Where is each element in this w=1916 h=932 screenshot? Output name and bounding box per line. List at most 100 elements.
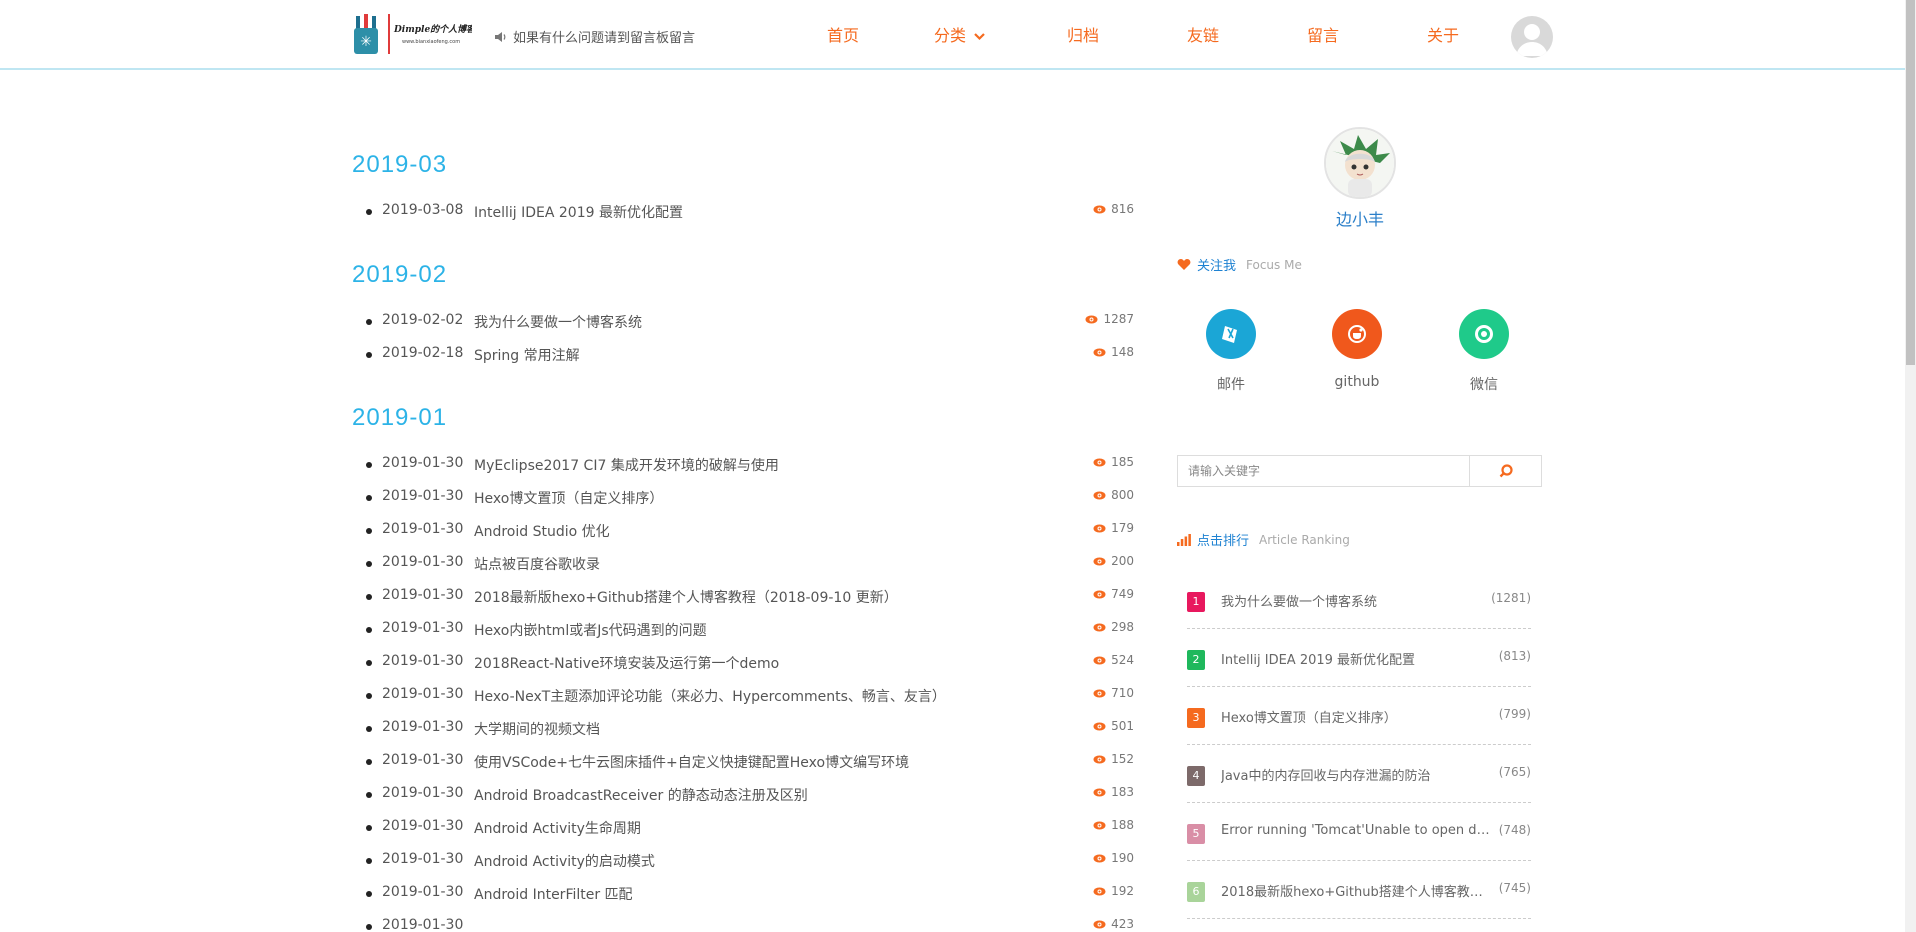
svg-text:Dimple的个人博客: Dimple的个人博客 — [393, 24, 472, 35]
search-icon — [1499, 464, 1513, 478]
eye-icon — [1093, 755, 1106, 763]
archive-post[interactable]: 2019-02-18 Spring 常用注解 148 — [366, 345, 1134, 365]
post-views: 816 — [1093, 202, 1134, 216]
post-views-count: 524 — [1111, 653, 1134, 667]
archive-post[interactable]: 2019-01-30 423 — [366, 917, 1134, 932]
post-title[interactable]: Android InterFilter 匹配 — [474, 884, 633, 904]
archive-post[interactable]: 2019-01-30 MyEclipse2017 CI7 集成开发环境的破解与使用… — [366, 455, 1134, 475]
post-title[interactable]: 站点被百度谷歌收录 — [474, 554, 600, 574]
archive-post[interactable]: 2019-01-30 大学期间的视频文档 501 — [366, 719, 1134, 739]
nav-archive[interactable]: 归档 — [1067, 22, 1099, 46]
ranking-item[interactable]: 4 Java中的内存回收与内存泄漏的防治 (765) — [1187, 745, 1531, 803]
social-wechat[interactable]: 微信 — [1444, 309, 1524, 394]
rank-title[interactable]: Hexo博文置顶（自定义排序） — [1221, 707, 1491, 726]
archive-post[interactable]: 2019-01-30 Android Studio 优化 179 — [366, 521, 1134, 541]
eye-icon — [1093, 656, 1106, 664]
ranking-item[interactable]: 1 我为什么要做一个博客系统 (1281) — [1187, 571, 1531, 629]
post-views: 190 — [1093, 851, 1134, 865]
search-input[interactable] — [1178, 456, 1468, 486]
post-views: 423 — [1093, 917, 1134, 931]
post-title[interactable]: Hexo内嵌html或者Js代码遇到的问题 — [474, 620, 707, 640]
eye-icon — [1093, 557, 1106, 565]
post-views: 185 — [1093, 455, 1134, 469]
social-mail-label: 邮件 — [1217, 377, 1245, 393]
ranking-item[interactable]: 3 Hexo博文置顶（自定义排序） (799) — [1187, 687, 1531, 745]
archive-post[interactable]: 2019-01-30 2018React-Native环境安装及运行第一个demo… — [366, 653, 1134, 673]
archive-post[interactable]: 2019-01-30 Android InterFilter 匹配 192 — [366, 884, 1134, 904]
rank-number: 5 — [1187, 824, 1205, 844]
post-title[interactable]: MyEclipse2017 CI7 集成开发环境的破解与使用 — [474, 455, 779, 475]
archive-post[interactable]: 2019-01-30 Android Activity生命周期 188 — [366, 818, 1134, 838]
post-views: 192 — [1093, 884, 1134, 898]
post-title[interactable]: Hexo博文置顶（自定义排序） — [474, 488, 663, 508]
site-logo[interactable]: ✳ Dimple的个人博客 www.bianxiaofeng.com — [354, 12, 477, 56]
rank-number: 3 — [1187, 708, 1205, 728]
nav-links[interactable]: 友链 — [1187, 22, 1219, 46]
ranking-item[interactable]: 5 Error running 'Tomcat'Unable to open de… — [1187, 803, 1531, 861]
post-title[interactable]: 2018React-Native环境安装及运行第一个demo — [474, 653, 779, 673]
post-views: 179 — [1093, 521, 1134, 535]
wechat-icon[interactable] — [1459, 309, 1509, 359]
rank-title[interactable]: Intellij IDEA 2019 最新优化配置 — [1221, 649, 1491, 668]
rank-title[interactable]: 我为什么要做一个博客系统 — [1221, 591, 1491, 610]
rank-title[interactable]: Error running 'Tomcat'Unable to open deb… — [1221, 823, 1491, 838]
post-title[interactable]: 我为什么要做一个博客系统 — [474, 312, 642, 332]
profile-avatar[interactable] — [1324, 127, 1396, 199]
post-title[interactable]: Android Activity的启动模式 — [474, 851, 655, 871]
post-title[interactable]: Intellij IDEA 2019 最新优化配置 — [474, 202, 683, 222]
bullet — [366, 924, 372, 930]
post-views-count: 148 — [1111, 345, 1134, 359]
archive-post[interactable]: 2019-02-02 我为什么要做一个博客系统 1287 — [366, 312, 1134, 332]
post-title[interactable]: Android BroadcastReceiver 的静态动态注册及区别 — [474, 785, 808, 805]
archive-post[interactable]: 2019-01-30 Hexo内嵌html或者Js代码遇到的问题 298 — [366, 620, 1134, 640]
ranking-title-cn: 点击排行 — [1197, 534, 1250, 549]
svg-text:www.bianxiaofeng.com: www.bianxiaofeng.com — [402, 39, 460, 45]
scrollbar-thumb[interactable] — [1906, 0, 1915, 365]
speaker-icon — [495, 31, 506, 42]
rank-title[interactable]: 2018最新版hexo+Github搭建个人博客教程（2018-09-10 更新… — [1221, 881, 1491, 900]
archive-post[interactable]: 2019-01-30 使用VSCode+七牛云图床插件+自定义快捷键配置Hexo博… — [366, 752, 1134, 772]
post-views-count: 179 — [1111, 521, 1134, 535]
post-title[interactable]: Spring 常用注解 — [474, 345, 580, 365]
eye-icon — [1093, 722, 1106, 730]
social-github[interactable]: github — [1317, 309, 1397, 390]
post-title[interactable]: 大学期间的视频文档 — [474, 719, 600, 739]
post-title[interactable]: Android Studio 优化 — [474, 521, 610, 541]
archive-post[interactable]: 2019-01-30 2018最新版hexo+Github搭建个人博客教程（201… — [366, 587, 1134, 607]
archive-post[interactable]: 2019-01-30 Android BroadcastReceiver 的静态动… — [366, 785, 1134, 805]
rank-title[interactable]: Java中的内存回收与内存泄漏的防治 — [1221, 765, 1491, 784]
post-views-count: 501 — [1111, 719, 1134, 733]
post-date: 2019-01-30 — [382, 455, 464, 471]
archive-post[interactable]: 2019-01-30 Hexo-NexT主题添加评论功能（来必力、Hypercom… — [366, 686, 1134, 706]
page: ✳ Dimple的个人博客 www.bianxiaofeng.com 如果有什么… — [0, 0, 1916, 932]
mail-icon[interactable] — [1206, 309, 1256, 359]
nav-guestbook[interactable]: 留言 — [1307, 22, 1339, 46]
post-views-count: 423 — [1111, 917, 1134, 931]
post-title[interactable]: Android Activity生命周期 — [474, 818, 641, 838]
github-icon[interactable] — [1332, 309, 1382, 359]
search-button[interactable] — [1469, 456, 1541, 486]
nav-about[interactable]: 关于 — [1427, 22, 1459, 46]
archive-post[interactable]: 2019-01-30 Android Activity的启动模式 190 — [366, 851, 1134, 871]
bar-chart-icon — [1177, 533, 1191, 546]
post-views-count: 190 — [1111, 851, 1134, 865]
focus-title-en: Focus Me — [1246, 257, 1302, 272]
nav-home[interactable]: 首页 — [827, 22, 859, 46]
month-heading: 2019-02 — [352, 261, 448, 288]
archive-post[interactable]: 2019-01-30 Hexo博文置顶（自定义排序） 800 — [366, 488, 1134, 508]
archive-post[interactable]: 2019-03-08 Intellij IDEA 2019 最新优化配置 816 — [366, 202, 1134, 222]
post-views-count: 183 — [1111, 785, 1134, 799]
archive-post[interactable]: 2019-01-30 站点被百度谷歌收录 200 — [366, 554, 1134, 574]
user-avatar[interactable] — [1511, 16, 1553, 58]
post-views-count: 800 — [1111, 488, 1134, 502]
post-title[interactable]: 使用VSCode+七牛云图床插件+自定义快捷键配置Hexo博文编写环境 — [474, 752, 909, 772]
ranking-item[interactable]: 2 Intellij IDEA 2019 最新优化配置 (813) — [1187, 629, 1531, 687]
social-mail[interactable]: 邮件 — [1191, 309, 1271, 394]
eye-icon — [1093, 821, 1106, 829]
scrollbar[interactable] — [1905, 0, 1916, 932]
nav-category[interactable]: 分类 — [934, 22, 985, 46]
profile-name[interactable]: 边小丰 — [1300, 206, 1420, 230]
post-title[interactable]: Hexo-NexT主题添加评论功能（来必力、Hypercomments、畅言、友… — [474, 686, 946, 706]
post-title[interactable]: 2018最新版hexo+Github搭建个人博客教程（2018-09-10 更新… — [474, 587, 898, 607]
ranking-item[interactable]: 6 2018最新版hexo+Github搭建个人博客教程（2018-09-10 更… — [1187, 861, 1531, 919]
